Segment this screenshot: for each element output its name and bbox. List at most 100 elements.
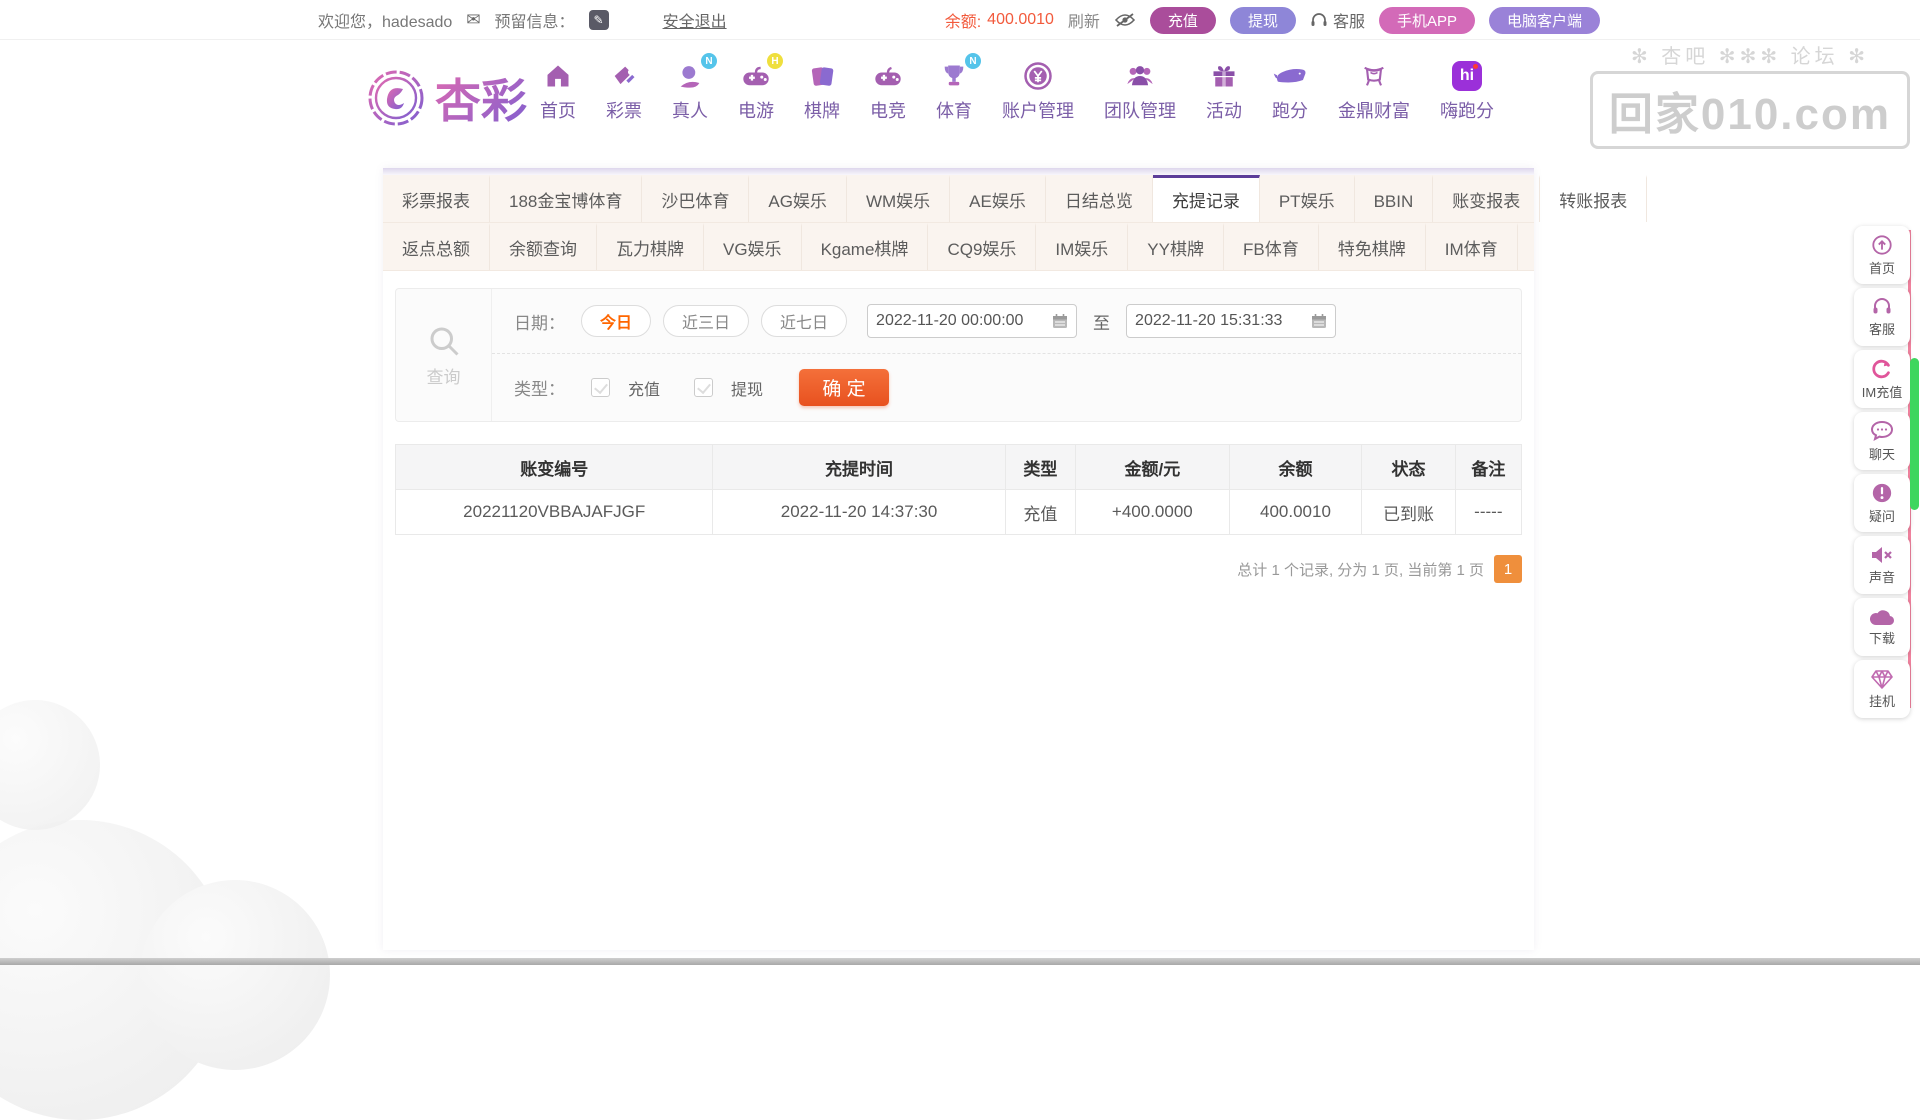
tab-fb-tiyu[interactable]: FB体育 (1224, 223, 1319, 270)
tab-temian-qipai[interactable]: 特免棋牌 (1319, 223, 1426, 270)
slot-gamepad-icon (741, 62, 771, 90)
ding-icon (1360, 62, 1388, 90)
cell-change-id: 20221120VBBAJAFJGF (396, 490, 713, 535)
recharge-button[interactable]: 充值 (1150, 7, 1216, 34)
sidebar-item-service[interactable]: IM充值 客服 (1854, 288, 1910, 346)
preset-today-button[interactable]: 今日 (581, 305, 651, 337)
tab-kgame[interactable]: Kgame棋牌 (802, 223, 929, 270)
main-panel: 彩票报表 188金宝博体育 沙巴体育 AG娱乐 WM娱乐 AE娱乐 日结总览 充… (383, 168, 1534, 950)
ticket-icon (610, 62, 638, 90)
col-header-amount: 金额/元 (1076, 445, 1230, 490)
logo-flower-icon (365, 67, 427, 129)
tab-bbin[interactable]: BBIN (1355, 175, 1434, 222)
cell-status: 已到账 (1362, 490, 1455, 535)
sidebar-item-chat[interactable]: 聊天 (1854, 412, 1910, 470)
col-header-time: 充提时间 (713, 445, 1005, 490)
tab-yy-qipai[interactable]: YY棋牌 (1128, 223, 1224, 270)
nav-item-hipaofen[interactable]: hi 嗨跑分 (1440, 59, 1494, 123)
main-nav: 首页 彩票 N 真人 H 电游 棋牌 电竞 (540, 59, 1494, 123)
tabs-row-1: 彩票报表 188金宝博体育 沙巴体育 AG娱乐 WM娱乐 AE娱乐 日结总览 充… (383, 175, 1534, 223)
tab-im-yule[interactable]: IM娱乐 (1036, 223, 1128, 270)
tab-rijie-zonglan[interactable]: 日结总览 (1046, 175, 1153, 222)
pagination-page-1-button[interactable]: 1 (1494, 555, 1522, 583)
nav-item-home[interactable]: 首页 (540, 59, 576, 123)
chat-bubble-icon (1870, 420, 1894, 442)
sidebar-item-sound[interactable]: 声音 (1854, 536, 1910, 594)
cell-type: 充值 (1005, 490, 1075, 535)
calendar-icon[interactable] (1052, 313, 1068, 329)
eye-slash-icon[interactable] (1114, 12, 1136, 28)
type-label: 类型： (514, 375, 565, 400)
preset-3days-button[interactable]: 近三日 (663, 305, 749, 337)
gift-icon (1210, 62, 1238, 90)
sidebar-item-hang[interactable]: 挂机 (1854, 660, 1910, 718)
logout-link[interactable]: 安全退出 (663, 8, 727, 32)
table-header-row: 账变编号 充提时间 类型 金额/元 余额 状态 备注 (396, 445, 1522, 490)
customer-service-link[interactable]: 客服 (1310, 8, 1365, 32)
tab-fandian-zonge[interactable]: 返点总额 (383, 223, 490, 270)
date-to-input[interactable] (1135, 312, 1303, 330)
nav-item-team[interactable]: 团队管理 (1104, 59, 1176, 123)
nav-item-cards[interactable]: 棋牌 (804, 59, 840, 123)
nav-item-esports[interactable]: 电竞 (870, 59, 906, 123)
reserved-info-label: 预留信息： (495, 8, 575, 32)
nav-item-slots[interactable]: H 电游 (738, 59, 774, 123)
nav-item-live[interactable]: N 真人 (672, 59, 708, 123)
tab-ae[interactable]: AE娱乐 (950, 175, 1046, 222)
tabs-row-2: 返点总额 余额查询 瓦力棋牌 VG娱乐 Kgame棋牌 CQ9娱乐 IM娱乐 Y… (383, 223, 1534, 271)
new-badge: N (701, 53, 717, 69)
sidebar-item-download[interactable]: 下载 (1854, 598, 1910, 656)
nav-item-jinding[interactable]: 金鼎财富 (1338, 59, 1410, 123)
edit-pencil-icon[interactable]: ✎ (589, 10, 609, 30)
scrollbar-thumb[interactable] (1910, 358, 1919, 510)
nav-item-activity[interactable]: 活动 (1206, 59, 1242, 123)
withdraw-checkbox[interactable] (694, 378, 713, 397)
confirm-button[interactable]: 确 定 (799, 369, 889, 406)
tab-yue-chaxun[interactable]: 余额查询 (490, 223, 597, 270)
nav-item-lottery[interactable]: 彩票 (606, 59, 642, 123)
query-label: 查询 (427, 363, 461, 388)
message-envelope-icon[interactable]: ✉ (466, 10, 480, 30)
tab-im-tiyu[interactable]: IM体育 (1426, 223, 1518, 270)
tab-shaba-tiyu[interactable]: 沙巴体育 (642, 175, 749, 222)
panel-top-gradient (383, 168, 1534, 175)
recharge-checkbox[interactable] (591, 378, 610, 397)
site-logo[interactable]: 杏彩 (365, 65, 527, 131)
logo-text: 杏彩 (435, 65, 527, 131)
date-from-input[interactable] (876, 312, 1044, 330)
table-row: 20221120VBBAJAFJGF 2022-11-20 14:37:30 充… (396, 490, 1522, 535)
preset-7days-button[interactable]: 近七日 (761, 305, 847, 337)
floating-sidebar: 首页 IM充值 客服 IM充值 聊天 疑问 声音 下载 挂机 (1854, 226, 1910, 718)
tab-cq9[interactable]: CQ9娱乐 (928, 223, 1036, 270)
pagination: 总计 1 个记录, 分为 1 页, 当前第 1 页 1 (395, 555, 1522, 583)
sidebar-item-im-recharge[interactable]: IM充值 (1854, 350, 1910, 408)
mobile-app-button[interactable]: 手机APP (1379, 7, 1475, 34)
pc-client-button[interactable]: 电脑客户端 (1489, 7, 1600, 34)
calendar-icon[interactable] (1311, 313, 1327, 329)
tab-caipiao-baobiao[interactable]: 彩票报表 (383, 175, 490, 222)
home-icon (544, 62, 572, 90)
coin-icon (1023, 61, 1053, 91)
esports-gamepad-icon (873, 62, 903, 90)
balance-value: 400.0010 (987, 11, 1054, 29)
cell-balance: 400.0010 (1229, 490, 1362, 535)
tab-pt[interactable]: PT娱乐 (1260, 175, 1355, 222)
nav-item-account[interactable]: 账户管理 (1002, 59, 1074, 123)
cell-amount: +400.0000 (1076, 490, 1230, 535)
sidebar-item-question[interactable]: 疑问 (1854, 474, 1910, 532)
balance-label: 余额: (945, 8, 981, 32)
tab-188jinbaobo[interactable]: 188金宝博体育 (490, 175, 642, 222)
tab-ag[interactable]: AG娱乐 (749, 175, 847, 222)
tab-wm[interactable]: WM娱乐 (847, 175, 950, 222)
refresh-link[interactable]: 刷新 (1068, 8, 1100, 32)
records-table: 账变编号 充提时间 类型 金额/元 余额 状态 备注 20221120VBBAJ… (395, 444, 1522, 535)
tab-chongti-jilu[interactable]: 充提记录 (1153, 175, 1260, 222)
nav-item-sports[interactable]: N 体育 (936, 59, 972, 123)
tab-zhangbian-baobiao[interactable]: 账变报表 (1433, 175, 1540, 222)
nav-item-paofen[interactable]: 跑分 (1272, 59, 1308, 123)
tab-zhuanzhang-baobiao[interactable]: 转账报表 (1540, 175, 1647, 222)
tab-wali-qipai[interactable]: 瓦力棋牌 (597, 223, 704, 270)
withdraw-button[interactable]: 提现 (1230, 7, 1296, 34)
sidebar-item-home[interactable]: 首页 (1854, 226, 1910, 284)
tab-vg[interactable]: VG娱乐 (704, 223, 802, 270)
